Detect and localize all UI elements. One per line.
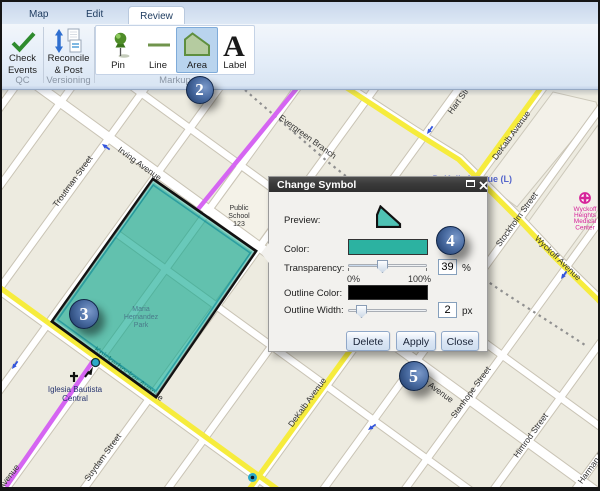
svg-text:123: 123 [233,221,245,228]
svg-text:Park: Park [134,322,149,329]
svg-text:Maria: Maria [132,306,150,313]
svg-text:Central: Central [62,394,88,403]
svg-text:Public: Public [229,205,249,212]
svg-text:School: School [228,213,250,220]
svg-text:Iglesia Bautista: Iglesia Bautista [48,385,103,394]
svg-text:Center: Center [575,225,595,232]
svg-text:A: A [223,30,245,63]
svg-text:Hernandez: Hernandez [124,314,159,321]
